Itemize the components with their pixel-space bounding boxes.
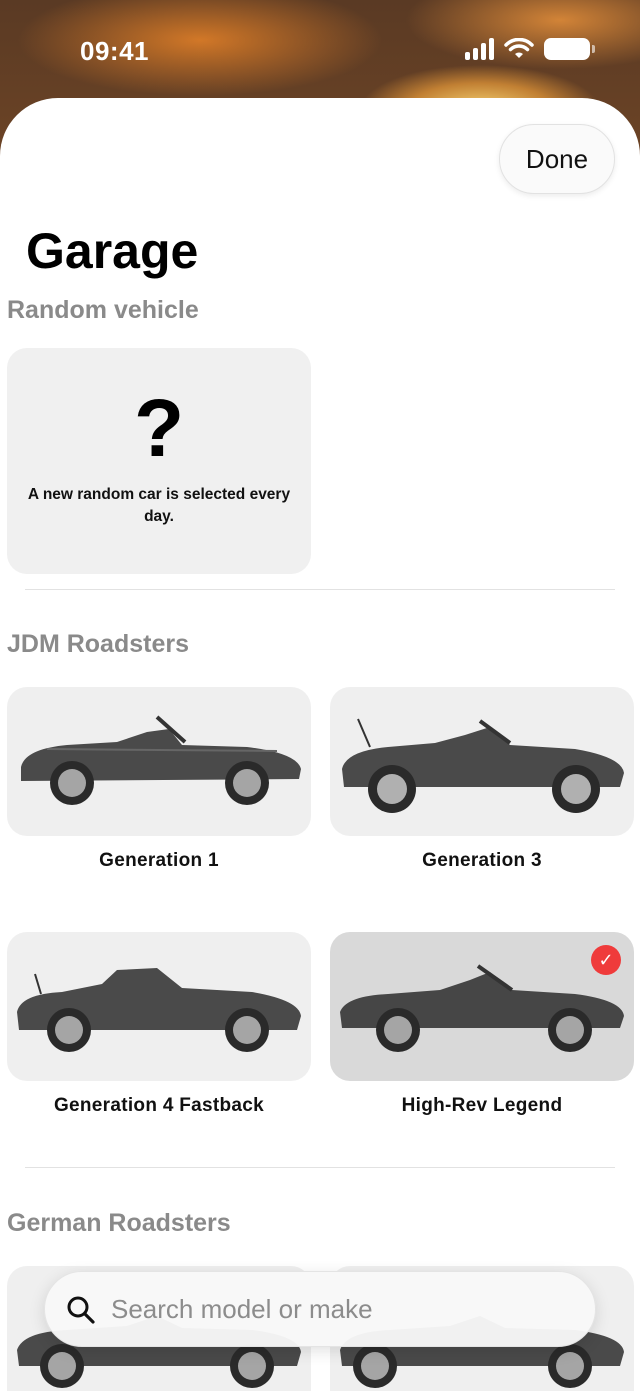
checkmark-icon: ✓ <box>591 945 621 975</box>
status-bar: 09:41 <box>0 0 640 100</box>
car-image <box>342 718 624 813</box>
car-image <box>340 964 624 1052</box>
car-card-generation-4-fastback[interactable] <box>7 932 311 1081</box>
wifi-icon <box>504 38 534 58</box>
car-card-generation-1[interactable] <box>7 687 311 836</box>
car-card-generation-3[interactable] <box>330 687 634 836</box>
page-title: Garage <box>26 223 199 279</box>
question-mark-icon: ? <box>133 383 185 474</box>
car-label: Generation 4 Fastback <box>53 1095 265 1116</box>
car-label: Generation 3 <box>422 850 542 871</box>
cellular-signal-icon <box>465 38 494 60</box>
done-button[interactable]: Done <box>499 124 615 194</box>
random-vehicle-card[interactable]: ? A new random car is selected every day… <box>7 348 311 574</box>
car-label: High-Rev Legend <box>401 1095 563 1116</box>
status-icons <box>465 38 595 60</box>
search-input[interactable]: Search model or make <box>111 1294 373 1325</box>
car-image <box>17 968 301 1052</box>
section-divider <box>25 1167 615 1168</box>
car-card-high-rev-legend[interactable]: ✓ <box>330 932 634 1081</box>
garage-sheet: Done Garage Random vehicle ? A new rando… <box>0 98 640 1391</box>
search-bar[interactable]: Search model or make <box>44 1271 596 1347</box>
section-header-random: Random vehicle <box>7 296 199 324</box>
section-header-german: German Roadsters <box>7 1209 231 1237</box>
section-header-jdm: JDM Roadsters <box>7 630 189 658</box>
section-divider <box>25 589 615 590</box>
status-time: 09:41 <box>80 36 149 66</box>
car-image <box>21 715 301 805</box>
random-vehicle-description: A new random car is selected every day. <box>27 486 291 525</box>
search-icon <box>67 1296 95 1324</box>
car-label: Generation 1 <box>99 850 219 871</box>
battery-icon <box>544 38 595 60</box>
